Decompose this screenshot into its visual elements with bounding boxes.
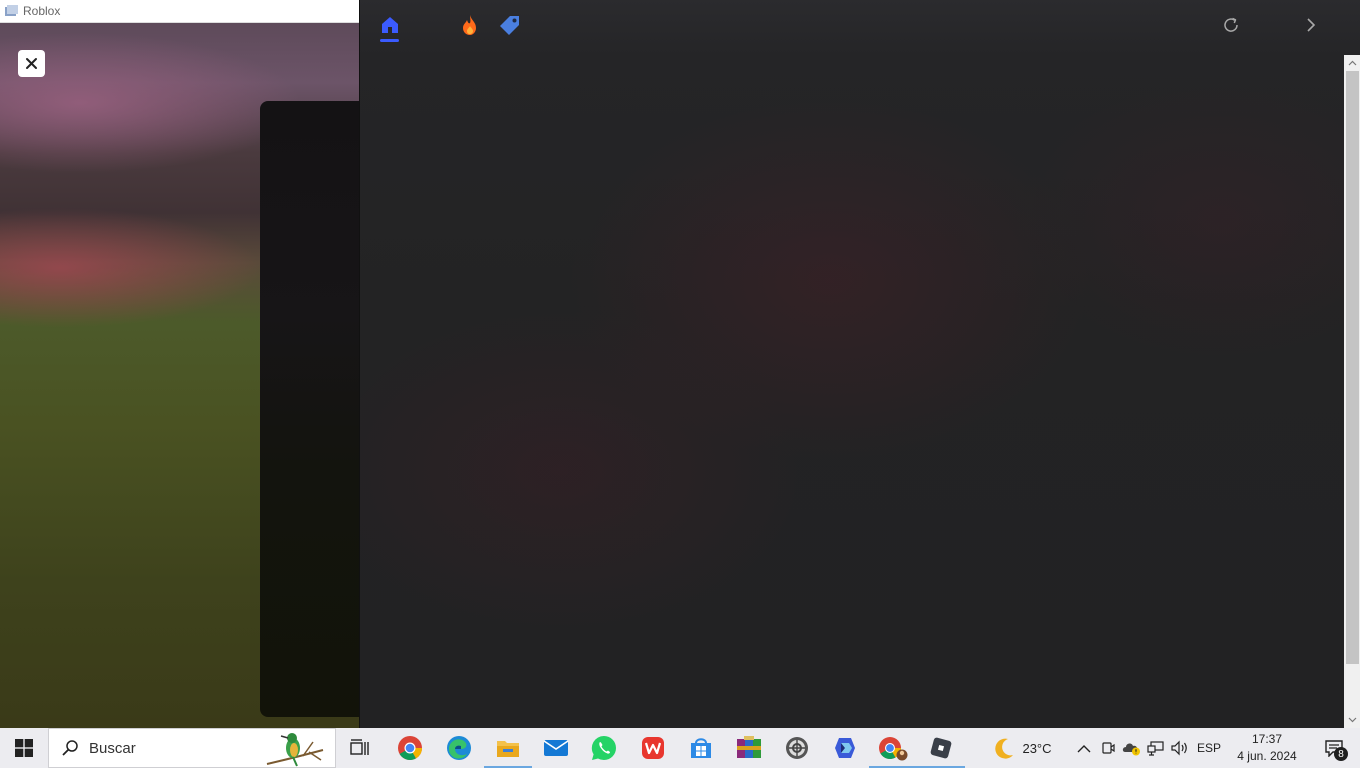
home-icon xyxy=(382,17,398,33)
clock-date: 4 jun. 2024 xyxy=(1237,749,1297,763)
camera-icon xyxy=(1102,742,1115,754)
speaker-icon xyxy=(1171,740,1187,756)
roblox-app-icon xyxy=(5,5,18,16)
scroll-thumb[interactable] xyxy=(1346,71,1359,664)
tag-icon xyxy=(500,16,519,35)
chevron-up-icon xyxy=(1348,60,1357,66)
chevron-up-icon xyxy=(1077,744,1091,752)
file-explorer-icon xyxy=(497,741,519,757)
copilot-taskbar-button[interactable] xyxy=(821,728,869,768)
home-button[interactable] xyxy=(375,10,405,40)
language-label: ESP xyxy=(1196,741,1221,755)
deals-button[interactable] xyxy=(495,10,525,40)
mail-icon xyxy=(543,740,569,756)
copilot-icon xyxy=(835,738,855,758)
file-explorer-taskbar-button[interactable] xyxy=(484,728,532,768)
chevron-down-icon xyxy=(1348,717,1357,723)
taskbar: Buscar 23°C ESP 17:37 4 jun. 2024 8 xyxy=(0,728,1360,768)
show-hidden-icons-button[interactable] xyxy=(1072,728,1096,768)
moon-icon xyxy=(995,738,1014,759)
windows-icon xyxy=(15,739,33,757)
refresh-icon xyxy=(1224,17,1238,32)
trending-button[interactable] xyxy=(455,10,485,40)
weather-widget[interactable]: 23°C xyxy=(988,728,1056,768)
task-view-button[interactable] xyxy=(336,728,384,768)
overlay-panel xyxy=(359,0,1360,728)
winrar-taskbar-button[interactable] xyxy=(725,728,773,768)
clock-time: 17:37 xyxy=(1251,732,1283,746)
microsoft-store-icon xyxy=(691,738,711,758)
app-taskbar-button[interactable] xyxy=(773,728,821,768)
next-button[interactable] xyxy=(1296,10,1326,40)
bird-illustration-icon xyxy=(266,733,324,767)
roblox-game-view xyxy=(0,23,360,728)
microsoft-store-taskbar-button[interactable] xyxy=(677,728,725,768)
language-indicator[interactable]: ESP xyxy=(1194,728,1224,768)
roblox-side-panel xyxy=(260,101,360,717)
roblox-taskbar-button[interactable] xyxy=(917,728,965,768)
chrome-taskbar-button[interactable] xyxy=(386,728,434,768)
chrome-icon xyxy=(398,736,422,761)
fire-icon xyxy=(463,15,476,35)
taskbar-search[interactable]: Buscar xyxy=(48,728,336,768)
close-button[interactable] xyxy=(18,50,45,77)
whatsapp-icon xyxy=(591,735,616,761)
chevron-right-icon xyxy=(1307,18,1316,32)
close-icon xyxy=(26,58,37,69)
onedrive-warning-icon xyxy=(1122,743,1140,756)
volume-button[interactable] xyxy=(1169,728,1191,768)
vertical-scrollbar[interactable] xyxy=(1344,55,1360,728)
edge-taskbar-button[interactable] xyxy=(435,728,483,768)
start-button[interactable] xyxy=(0,728,48,768)
chrome-profile-icon xyxy=(879,737,908,761)
winrar-icon xyxy=(737,736,761,758)
whatsapp-taskbar-button[interactable] xyxy=(580,728,628,768)
edge-icon xyxy=(447,736,471,760)
network-button[interactable] xyxy=(1145,728,1167,768)
window-title: Roblox xyxy=(23,4,61,18)
active-tab-indicator xyxy=(380,39,399,42)
task-view-icon xyxy=(350,739,369,755)
wps-office-taskbar-button[interactable] xyxy=(629,728,677,768)
mail-taskbar-button[interactable] xyxy=(532,728,580,768)
chrome-profile-taskbar-button[interactable] xyxy=(869,728,917,768)
notifications-button[interactable]: 8 xyxy=(1310,728,1358,768)
roblox-icon xyxy=(930,737,952,759)
search-icon xyxy=(62,740,78,756)
wps-office-icon xyxy=(642,737,664,759)
onedrive-button[interactable] xyxy=(1121,728,1143,768)
meet-now-button[interactable] xyxy=(1098,728,1118,768)
clock[interactable]: 17:37 4 jun. 2024 xyxy=(1230,728,1304,768)
notification-count-badge: 8 xyxy=(1334,747,1348,761)
roblox-titlebar: Roblox xyxy=(0,0,360,23)
search-placeholder: Buscar xyxy=(89,739,136,757)
app-icon xyxy=(786,737,808,759)
weather-temperature: 23°C xyxy=(1022,740,1052,756)
network-icon xyxy=(1147,741,1164,756)
refresh-button[interactable] xyxy=(1216,10,1246,40)
scroll-down-button[interactable] xyxy=(1344,712,1360,728)
overlay-nav xyxy=(360,0,1360,52)
scroll-up-button[interactable] xyxy=(1344,55,1360,71)
